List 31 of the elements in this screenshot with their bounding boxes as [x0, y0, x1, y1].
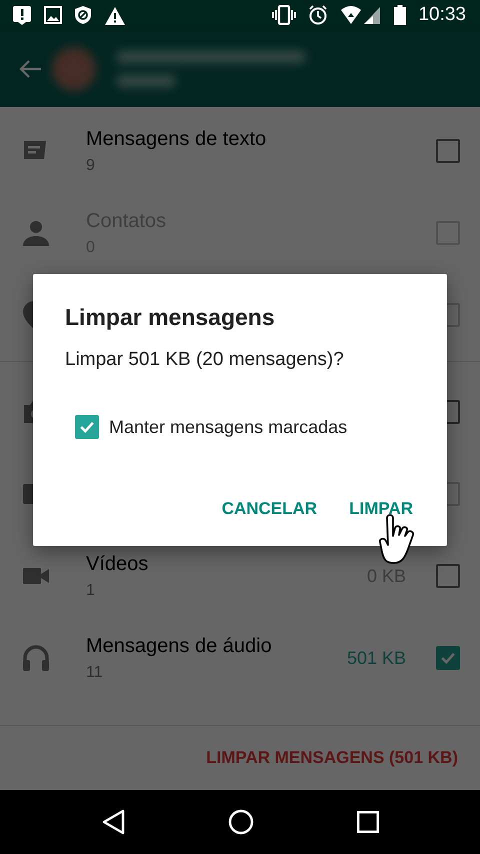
- wifi-signal-icon: [340, 5, 382, 25]
- person-icon: [22, 219, 50, 247]
- row-title: Mensagens de texto: [86, 128, 268, 150]
- vibrate-icon: [272, 5, 296, 25]
- cancel-button[interactable]: CANCELAR: [210, 493, 330, 525]
- alarm-clock-icon: [308, 5, 328, 25]
- clock-time: 10:33: [418, 4, 466, 26]
- home-nav-icon[interactable]: [228, 809, 254, 835]
- video-camera-icon: [22, 566, 50, 586]
- dialog-message: Limpar 501 KB (20 mensagens)?: [65, 349, 345, 371]
- back-nav-icon[interactable]: [101, 809, 126, 835]
- message-icon: [22, 140, 48, 162]
- dialog-title: Limpar mensagens: [65, 304, 276, 331]
- confirm-button[interactable]: LIMPAR: [337, 493, 425, 525]
- checkbox[interactable]: [436, 646, 460, 670]
- clear-messages-button[interactable]: LIMPAR MENSAGENS (501 KB): [198, 742, 466, 774]
- checkbox-label[interactable]: Manter mensagens marcadas: [109, 416, 348, 438]
- notification-alert-icon: [12, 5, 32, 25]
- warning-icon: [104, 6, 126, 24]
- checkbox[interactable]: [75, 415, 99, 439]
- checkbox[interactable]: [436, 139, 460, 163]
- row-title: Vídeos: [86, 552, 150, 576]
- size-label: 501 KB: [346, 648, 406, 668]
- recents-nav-icon[interactable]: [356, 811, 379, 833]
- headphones-icon: [22, 644, 50, 672]
- checkbox[interactable]: [436, 564, 460, 588]
- battery-icon: [394, 5, 406, 25]
- shield-icon: [74, 5, 92, 25]
- image-icon: [44, 6, 62, 24]
- back-arrow-icon[interactable]: [18, 58, 42, 78]
- row-title: Mensagens de áudio: [86, 634, 273, 658]
